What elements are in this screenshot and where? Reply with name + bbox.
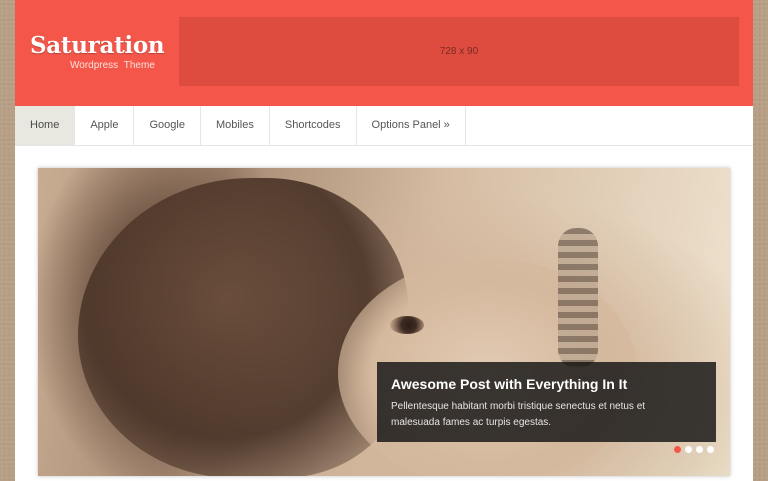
nav-item-options-panel[interactable]: Options Panel » (357, 106, 466, 145)
slider-dot[interactable] (696, 446, 703, 453)
slider-dot[interactable] (674, 446, 681, 453)
page-container: Saturation Wordpress Theme 728 x 90 Home… (15, 0, 753, 481)
slide-image-earring (558, 228, 598, 368)
main-navigation: Home Apple Google Mobiles Shortcodes Opt… (15, 106, 753, 146)
site-header: Saturation Wordpress Theme 728 x 90 (15, 0, 753, 106)
site-logo-title[interactable]: Saturation (30, 32, 165, 59)
featured-slider[interactable]: Awesome Post with Everything In It Pelle… (38, 168, 730, 476)
slider-dot[interactable] (685, 446, 692, 453)
slide-image-eye (390, 316, 424, 334)
nav-item-home[interactable]: Home (15, 106, 76, 145)
ad-banner-label: 728 x 90 (439, 46, 479, 57)
slide-caption-title[interactable]: Awesome Post with Everything In It (391, 376, 627, 392)
slider-dot[interactable] (707, 446, 714, 453)
nav-item-mobiles[interactable]: Mobiles (201, 106, 270, 145)
slide-caption-text: Pellentesque habitant morbi tristique se… (391, 401, 646, 428)
slider-pagination (674, 446, 714, 453)
ad-banner[interactable]: 728 x 90 (179, 17, 739, 86)
nav-item-shortcodes[interactable]: Shortcodes (270, 106, 357, 145)
nav-item-apple[interactable]: Apple (75, 106, 135, 145)
nav-item-google[interactable]: Google (134, 106, 201, 145)
site-logo-subtitle: Wordpress Theme (70, 60, 155, 71)
slide-caption: Awesome Post with Everything In It Pelle… (377, 362, 716, 442)
